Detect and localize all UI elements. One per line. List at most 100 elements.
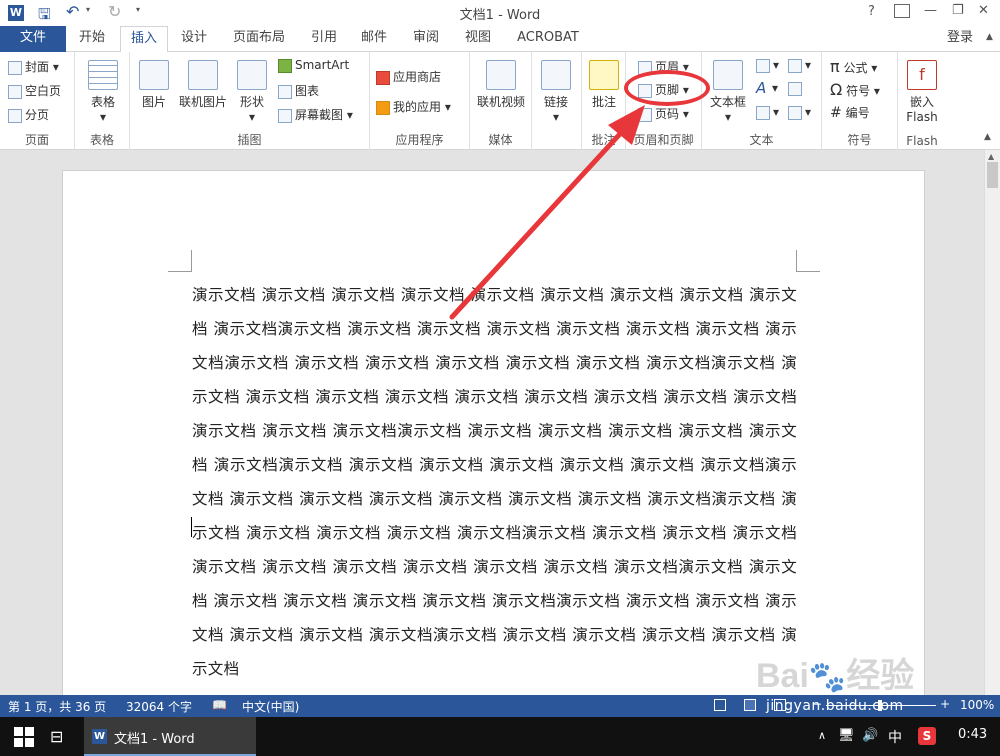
redo-icon[interactable]: ↻ — [108, 2, 121, 21]
picture-icon — [139, 60, 169, 90]
taskbar-word-icon: W — [92, 729, 107, 744]
group-text: 文本框 ▾ ▾ A ▾ ▾ ▾ ▾ 文本 — [702, 52, 822, 150]
minimize-button[interactable]: — — [924, 3, 937, 18]
store-button[interactable]: 应用商店 — [376, 68, 441, 85]
page-break-icon — [8, 108, 22, 123]
watermark-url: jingyan.baidu.com — [766, 698, 904, 714]
windows-start-icon[interactable] — [14, 727, 34, 747]
tab-page-layout[interactable]: 页面布局 — [224, 26, 294, 52]
cover-page-icon — [8, 60, 22, 75]
tab-review[interactable]: 审阅 — [404, 26, 448, 52]
sign-in-link[interactable]: 登录 — [940, 26, 980, 52]
textbox-button[interactable]: 文本框 ▾ — [706, 60, 750, 124]
vertical-scrollbar[interactable]: ▲ — [984, 150, 1000, 695]
page-count[interactable]: 第 1 页，共 36 页 — [8, 698, 106, 715]
document-body-text[interactable]: 演示文档 演示文档 演示文档 演示文档 演示文档 演示文档 演示文档 演示文档 … — [192, 278, 797, 686]
shapes-button[interactable]: 形状 ▾ — [234, 60, 270, 124]
crop-mark-top-left — [168, 250, 192, 272]
ribbon-display-button[interactable] — [894, 4, 910, 18]
pi-icon: π — [830, 57, 840, 76]
object-button[interactable]: ▾ — [788, 105, 811, 120]
link-icon — [541, 60, 571, 90]
embed-flash-button[interactable]: f 嵌入 Flash — [902, 60, 942, 124]
tab-file[interactable]: 文件 — [0, 26, 66, 52]
picture-button[interactable]: 图片 — [136, 60, 172, 110]
scroll-up-arrow-icon[interactable]: ▲ — [988, 152, 994, 161]
group-tables: 表格 ▾ 表格 — [75, 52, 130, 150]
omega-icon: Ω — [830, 80, 843, 99]
blank-page-icon — [8, 84, 22, 99]
comment-icon — [589, 60, 619, 90]
tray-up-arrow-icon[interactable]: ∧ — [818, 729, 826, 742]
group-symbols: π 公式 ▾ Ω 符号 ▾ # 编号 符号 — [822, 52, 898, 150]
word-icon: W — [8, 5, 24, 21]
clock[interactable]: 0:43 — [958, 727, 987, 742]
tab-view[interactable]: 视图 — [456, 26, 500, 52]
scroll-thumb[interactable] — [987, 162, 998, 188]
tab-mailings[interactable]: 邮件 — [352, 26, 396, 52]
undo-icon[interactable]: ↶ — [66, 2, 79, 21]
group-pages: 封面 ▾ 空白页 分页 页面 — [0, 52, 75, 150]
ribbon-tabs: 文件 开始 插入 设计 页面布局 引用 邮件 审阅 视图 ACROBAT 登录 … — [0, 26, 1000, 53]
tab-design[interactable]: 设计 — [172, 26, 216, 52]
proofing-icon[interactable]: 📖 — [212, 698, 227, 712]
page-break-button[interactable]: 分页 — [8, 106, 49, 123]
smartart-button[interactable]: SmartArt — [278, 58, 349, 73]
date-time-icon — [788, 81, 802, 96]
task-view-icon[interactable]: ⊟ — [50, 727, 63, 746]
online-video-icon — [486, 60, 516, 90]
group-label-illustrations: 插图 — [237, 133, 262, 147]
signature-line-button[interactable]: ▾ — [788, 58, 811, 73]
chart-icon — [278, 84, 292, 99]
close-button[interactable]: ✕ — [978, 3, 989, 18]
online-picture-button[interactable]: 联机图片 — [176, 60, 230, 110]
collapse-ribbon-icon[interactable]: ▲ — [984, 132, 991, 142]
tab-acrobat[interactable]: ACROBAT — [508, 26, 588, 52]
symbol-button[interactable]: Ω 符号 ▾ — [830, 80, 880, 99]
tab-insert[interactable]: 插入 — [120, 26, 168, 53]
undo-dropdown-icon[interactable]: ▾ — [86, 5, 90, 14]
wordart-button[interactable]: A ▾ — [756, 79, 778, 97]
my-apps-icon — [376, 100, 390, 115]
chart-button[interactable]: 图表 — [278, 82, 319, 99]
date-time-button[interactable] — [788, 81, 805, 96]
read-mode-icon[interactable] — [714, 699, 726, 711]
equation-button[interactable]: π 公式 ▾ — [830, 57, 877, 76]
help-button[interactable]: ? — [868, 4, 875, 19]
crop-mark-top-right — [796, 250, 820, 272]
tab-home[interactable]: 开始 — [70, 26, 114, 52]
window-title: 文档1 - Word — [459, 8, 541, 23]
screenshot-button[interactable]: 屏幕截图 ▾ — [278, 106, 353, 123]
number-button[interactable]: # 编号 — [830, 104, 870, 121]
volume-icon[interactable]: 🔊 — [862, 728, 878, 743]
baidu-watermark: Bai🐾经验 jingyan.baidu.com — [756, 648, 996, 716]
blank-page-button[interactable]: 空白页 — [8, 82, 61, 99]
word-count[interactable]: 32064 个字 — [126, 698, 192, 715]
table-button[interactable]: 表格 ▾ — [85, 60, 121, 124]
shapes-icon — [237, 60, 267, 90]
scroll-up-icon[interactable]: ▲ — [986, 32, 993, 42]
annotation-arrow — [449, 105, 645, 320]
online-picture-icon — [188, 60, 218, 90]
dropcap-icon — [756, 105, 770, 120]
text-cursor — [191, 517, 192, 537]
sogou-icon[interactable]: S — [918, 727, 936, 745]
baidu-logo: Bai🐾经验 — [756, 657, 915, 695]
group-label-text: 文本 — [749, 133, 774, 147]
ime-indicator[interactable]: 中 — [888, 727, 902, 747]
dropcap-button[interactable]: ▾ — [756, 105, 779, 120]
cover-page-button[interactable]: 封面 ▾ — [8, 58, 59, 75]
print-layout-icon[interactable] — [744, 699, 756, 711]
signature-line-icon — [788, 58, 802, 73]
quick-parts-button[interactable]: ▾ — [756, 58, 779, 73]
customize-qat-icon[interactable]: ▾ — [136, 5, 140, 14]
restore-button[interactable]: ❐ — [952, 3, 964, 18]
title-bar: W 🖫 ↶ ▾ ↻ ▾ 文档1 - Word ? — ❐ ✕ — [0, 0, 1000, 26]
store-icon — [376, 70, 390, 85]
network-icon[interactable]: 🖥 — [838, 728, 855, 743]
language-indicator[interactable]: 中文(中国) — [242, 698, 299, 715]
taskbar-word-app[interactable]: W 文档1 - Word — [84, 717, 256, 756]
tab-references[interactable]: 引用 — [302, 26, 346, 52]
table-icon — [88, 60, 118, 90]
group-illustrations: 图片 联机图片 形状 ▾ SmartArt 图表 屏幕截图 ▾ 插图 — [130, 52, 370, 150]
